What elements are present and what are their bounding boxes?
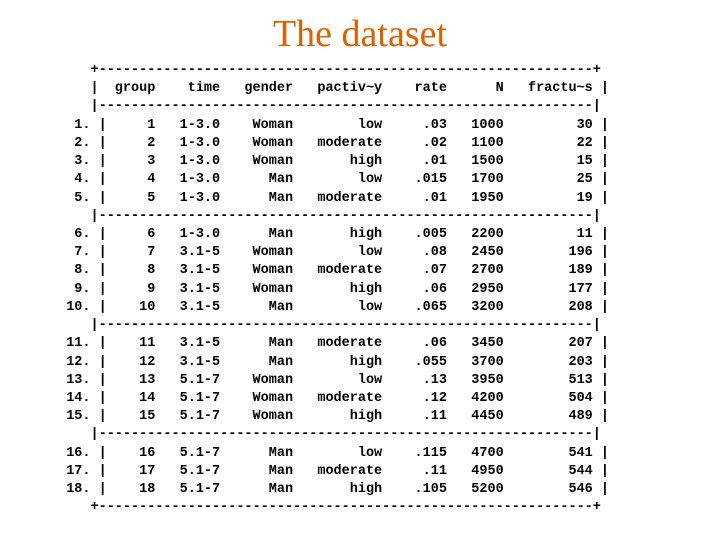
data-table: +---------------------------------------… <box>50 62 720 517</box>
page-title: The dataset <box>0 12 720 56</box>
